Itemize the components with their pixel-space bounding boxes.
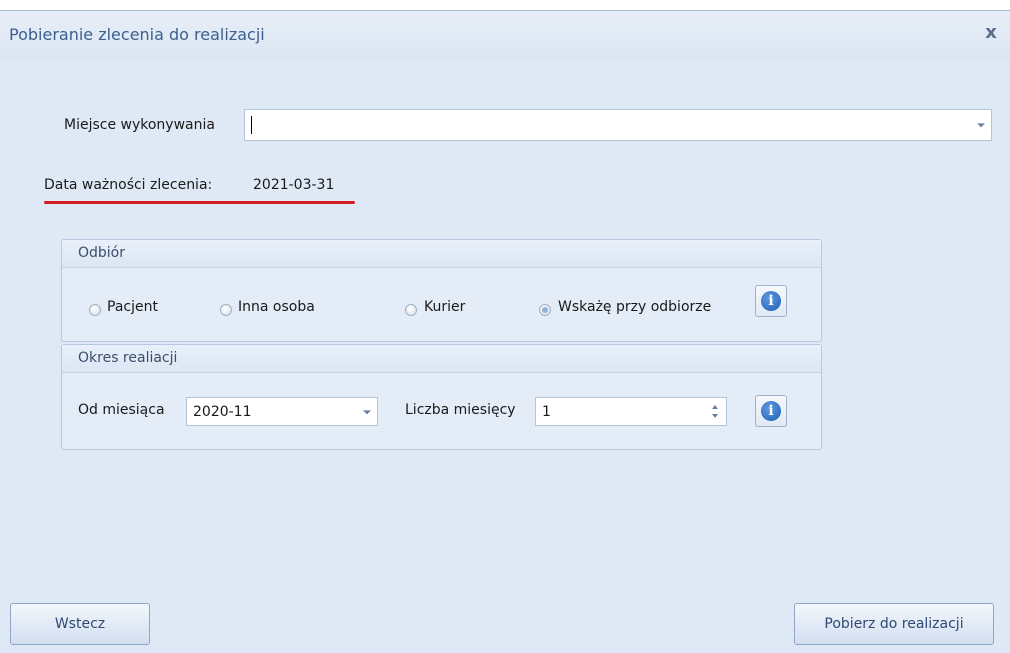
red-underline	[44, 201, 355, 204]
spin-up-icon[interactable]	[712, 405, 718, 409]
chevron-down-icon[interactable]	[363, 409, 371, 414]
month-count-stepper[interactable]: 1	[535, 397, 727, 426]
period-group-header: Okres realiacji	[62, 345, 821, 373]
info-icon: i	[761, 401, 781, 421]
month-count-value: 1	[542, 403, 551, 420]
place-combobox[interactable]	[244, 109, 992, 141]
window-title: Pobieranie zlecenia do realizacji	[9, 25, 265, 44]
chevron-down-icon[interactable]	[977, 123, 985, 128]
text-cursor	[251, 116, 252, 134]
pickup-group: Odbiór Pacjent Inna osoba Kurier Wskażę …	[61, 239, 822, 342]
radio-pacjent-label: Pacjent	[107, 299, 158, 315]
radio-wskaze-label: Wskażę przy odbiorze	[558, 299, 712, 315]
title-bar: Pobieranie zlecenia do realizacji x	[0, 11, 1010, 61]
radio-inna-osoba[interactable]	[220, 304, 232, 316]
info-icon: i	[761, 291, 781, 311]
radio-kurier-label: Kurier	[424, 299, 466, 315]
period-group: Okres realiacji Od miesiąca 2020-11 Licz…	[61, 344, 822, 450]
pickup-group-title: Odbiór	[78, 245, 126, 261]
from-month-label: Od miesiąca	[78, 402, 165, 418]
fetch-button[interactable]: Pobierz do realizacji	[794, 603, 994, 645]
close-icon[interactable]: x	[980, 22, 1002, 44]
radio-pacjent[interactable]	[89, 304, 101, 316]
pickup-info-button[interactable]: i	[755, 285, 787, 317]
validity-label: Data ważności zlecenia:	[44, 177, 213, 193]
period-group-title: Okres realiacji	[78, 350, 178, 366]
validity-date: 2021-03-31	[253, 177, 335, 193]
from-month-value: 2020-11	[193, 403, 252, 420]
dialog-window: Pobieranie zlecenia do realizacji x Miej…	[0, 10, 1010, 653]
radio-wskaze[interactable]	[539, 304, 551, 316]
pickup-group-header: Odbiór	[62, 240, 821, 268]
spin-down-icon[interactable]	[712, 414, 718, 418]
from-month-combobox[interactable]: 2020-11	[186, 397, 378, 426]
period-info-button[interactable]: i	[755, 395, 787, 427]
back-button[interactable]: Wstecz	[10, 603, 150, 645]
radio-kurier[interactable]	[405, 304, 417, 316]
radio-inna-osoba-label: Inna osoba	[238, 299, 315, 315]
place-label: Miejsce wykonywania	[64, 117, 215, 133]
month-count-label: Liczba miesięcy	[405, 402, 516, 418]
